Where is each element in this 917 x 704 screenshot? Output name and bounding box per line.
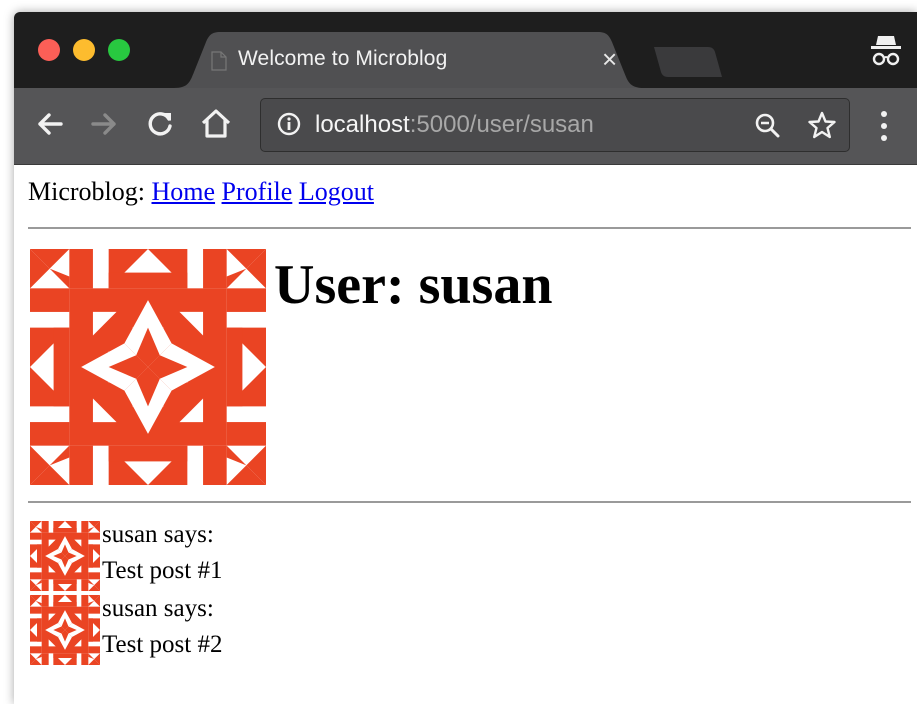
forward-arrow-icon[interactable] — [86, 106, 122, 142]
close-window-button[interactable] — [38, 39, 60, 61]
zoom-out-icon[interactable] — [754, 112, 780, 138]
divider — [28, 501, 911, 503]
post-body: Test post #1 — [102, 557, 223, 584]
incognito-icon — [871, 36, 901, 66]
nav-link-logout[interactable]: Logout — [299, 177, 374, 206]
user-avatar — [30, 249, 266, 485]
browser-toolbar: localhost:5000/user/susan — [14, 88, 917, 165]
nav-link-home[interactable]: Home — [152, 177, 216, 206]
menu-dots-icon[interactable] — [878, 110, 890, 142]
address-bar[interactable]: localhost:5000/user/susan — [260, 98, 850, 152]
home-icon[interactable] — [198, 106, 234, 142]
info-icon[interactable] — [277, 112, 301, 136]
title-bar: Welcome to Microblog × — [14, 12, 917, 88]
post-author: susan says: — [102, 521, 214, 548]
reload-icon[interactable] — [142, 106, 178, 142]
top-nav: Microblog: Home Profile Logout — [28, 177, 374, 207]
back-arrow-icon[interactable] — [32, 106, 68, 142]
browser-window: Welcome to Microblog × localhost:5000/us… — [14, 12, 917, 704]
window-controls — [38, 39, 130, 61]
page-title: User: susan — [274, 254, 553, 316]
divider — [28, 227, 911, 229]
maximize-window-button[interactable] — [108, 39, 130, 61]
url-path: :5000/user/susan — [409, 111, 594, 138]
nav-link-profile[interactable]: Profile — [222, 177, 293, 206]
post-avatar — [30, 595, 100, 665]
bookmark-star-icon[interactable] — [808, 111, 836, 139]
post-text: susan says: Test post #2 — [102, 591, 222, 663]
minimize-window-button[interactable] — [73, 39, 95, 61]
post-text: susan says: Test post #1 — [102, 517, 222, 589]
brand-label: Microblog: — [28, 177, 145, 206]
tab-title: Welcome to Microblog — [238, 47, 448, 70]
post-author: susan says: — [102, 595, 214, 622]
browser-tab[interactable]: Welcome to Microblog × — [174, 32, 644, 88]
close-icon[interactable]: × — [602, 44, 617, 74]
page-content: Microblog: Home Profile Logout User: sus… — [14, 165, 917, 704]
url-host: localhost — [315, 111, 410, 138]
post-body: Test post #2 — [102, 631, 223, 658]
post-avatar — [30, 521, 100, 591]
new-tab-button[interactable] — [650, 47, 724, 79]
url-text[interactable]: localhost:5000/user/susan — [315, 111, 594, 139]
page-favicon-icon — [211, 51, 227, 71]
